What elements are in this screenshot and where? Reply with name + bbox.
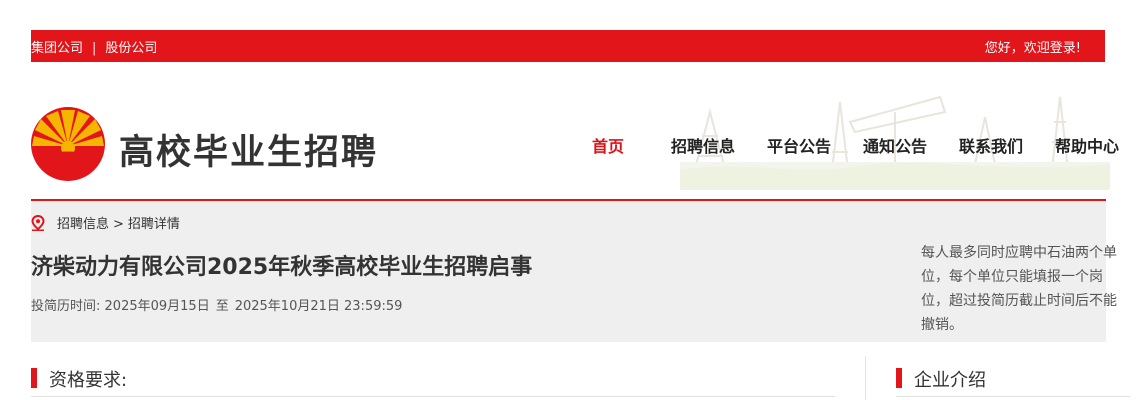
welcome-login-link[interactable]: 您好，欢迎登录!	[985, 37, 1081, 56]
company-intro-underline	[896, 396, 1130, 397]
site-header: 高校毕业生招聘 首页 招聘信息 平台公告 通知公告 联系我们 帮助中心	[0, 62, 1136, 200]
qualification-underline	[31, 396, 835, 397]
breadcrumb-current: 招聘详情	[127, 217, 180, 232]
breadcrumb-recruitment-info[interactable]: 招聘信息	[57, 217, 109, 232]
nav-home[interactable]: 首页	[592, 133, 624, 157]
application-notice: 每人最多同时应聘中石油两个单位，每个单位只能填报一个岗位，超过投简历截止时间后不…	[921, 245, 1117, 333]
job-summary-panel: 招聘信息 > 招聘详情 济柴动力有限公司2025年秋季高校毕业生招聘启事 投简历时间…	[31, 201, 1117, 342]
nav-contact-us[interactable]: 联系我们	[959, 133, 1023, 157]
location-pin-icon	[31, 215, 45, 231]
job-title: 济柴动力有限公司2025年秋季高校毕业生招聘启事	[31, 255, 533, 280]
group-company-link[interactable]: 集团公司	[31, 37, 83, 56]
nav-help-center[interactable]: 帮助中心	[1055, 133, 1119, 157]
top-links: 集团公司 | 股份公司	[31, 37, 157, 56]
section-marker	[896, 368, 902, 388]
section-marker	[31, 368, 37, 388]
company-intro-title: 企业介绍	[914, 370, 986, 391]
application-start: 2025年09月15日	[104, 299, 210, 314]
application-period: 投简历时间: 2025年09月15日至 2025年10月21日 23:59:59	[31, 295, 402, 314]
top-bar: 集团公司 | 股份公司 您好，欢迎登录!	[31, 30, 1105, 62]
breadcrumb: 招聘信息 > 招聘详情	[31, 213, 180, 232]
qualification-title: 资格要求:	[49, 370, 128, 391]
application-to: 至	[215, 299, 229, 314]
column-divider	[865, 356, 866, 400]
main-nav: 首页 招聘信息 平台公告 通知公告 联系我们 帮助中心	[0, 133, 1136, 157]
breadcrumb-arrow: >	[113, 217, 124, 232]
nav-notices[interactable]: 通知公告	[863, 133, 927, 157]
share-company-link[interactable]: 股份公司	[105, 37, 157, 56]
nav-platform-announcements[interactable]: 平台公告	[767, 133, 831, 157]
nav-recruitment-info[interactable]: 招聘信息	[671, 133, 735, 157]
application-end: 2025年10月21日 23:59:59	[234, 299, 403, 314]
application-period-label: 投简历时间:	[31, 299, 101, 314]
top-link-separator: |	[92, 41, 97, 56]
